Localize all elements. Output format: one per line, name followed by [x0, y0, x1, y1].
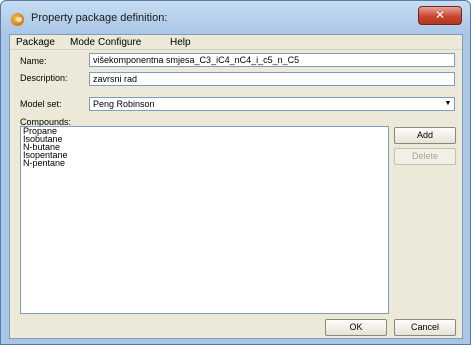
- menu-configure[interactable]: Configure: [98, 37, 141, 48]
- list-item[interactable]: Isopentane: [21, 151, 388, 160]
- name-label: Name:: [20, 56, 47, 66]
- close-button[interactable]: ✕: [418, 6, 462, 25]
- menu-help[interactable]: Help: [170, 37, 191, 48]
- name-field[interactable]: višekomponentna smjesa_C3_iC4_nC4_i_c5_n…: [89, 53, 455, 67]
- model-set-value: Peng Robinson: [93, 99, 155, 109]
- dialog-window: Property package definition: ✕ Package M…: [0, 0, 471, 345]
- list-item[interactable]: N-butane: [21, 143, 388, 152]
- list-item[interactable]: Propane: [21, 127, 388, 136]
- list-item[interactable]: Isobutane: [21, 135, 388, 144]
- add-button[interactable]: Add: [394, 127, 456, 144]
- compounds-list[interactable]: Propane Isobutane N-butane Isopentane N-…: [20, 126, 389, 314]
- model-set-select[interactable]: Peng Robinson ▼: [89, 97, 455, 111]
- title-bar[interactable]: Property package definition: ✕: [1, 1, 470, 35]
- menu-package[interactable]: Package: [16, 37, 55, 48]
- description-label: Description:: [20, 73, 68, 83]
- app-logo-icon: [11, 13, 24, 26]
- model-set-label: Model set:: [20, 99, 62, 109]
- ok-button[interactable]: OK: [325, 319, 387, 336]
- menu-mode[interactable]: Mode: [70, 37, 95, 48]
- window-title: Property package definition:: [31, 12, 168, 24]
- delete-button[interactable]: Delete: [394, 148, 456, 165]
- list-item[interactable]: N-pentane: [21, 159, 388, 168]
- dropdown-arrow-icon[interactable]: ▼: [443, 99, 453, 109]
- menu-bar: Package Mode Configure Help: [10, 35, 462, 50]
- cancel-button[interactable]: Cancel: [394, 319, 456, 336]
- dialog-body: Package Mode Configure Help Name: višeko…: [9, 34, 463, 339]
- description-field[interactable]: zavrsni rad: [89, 72, 455, 86]
